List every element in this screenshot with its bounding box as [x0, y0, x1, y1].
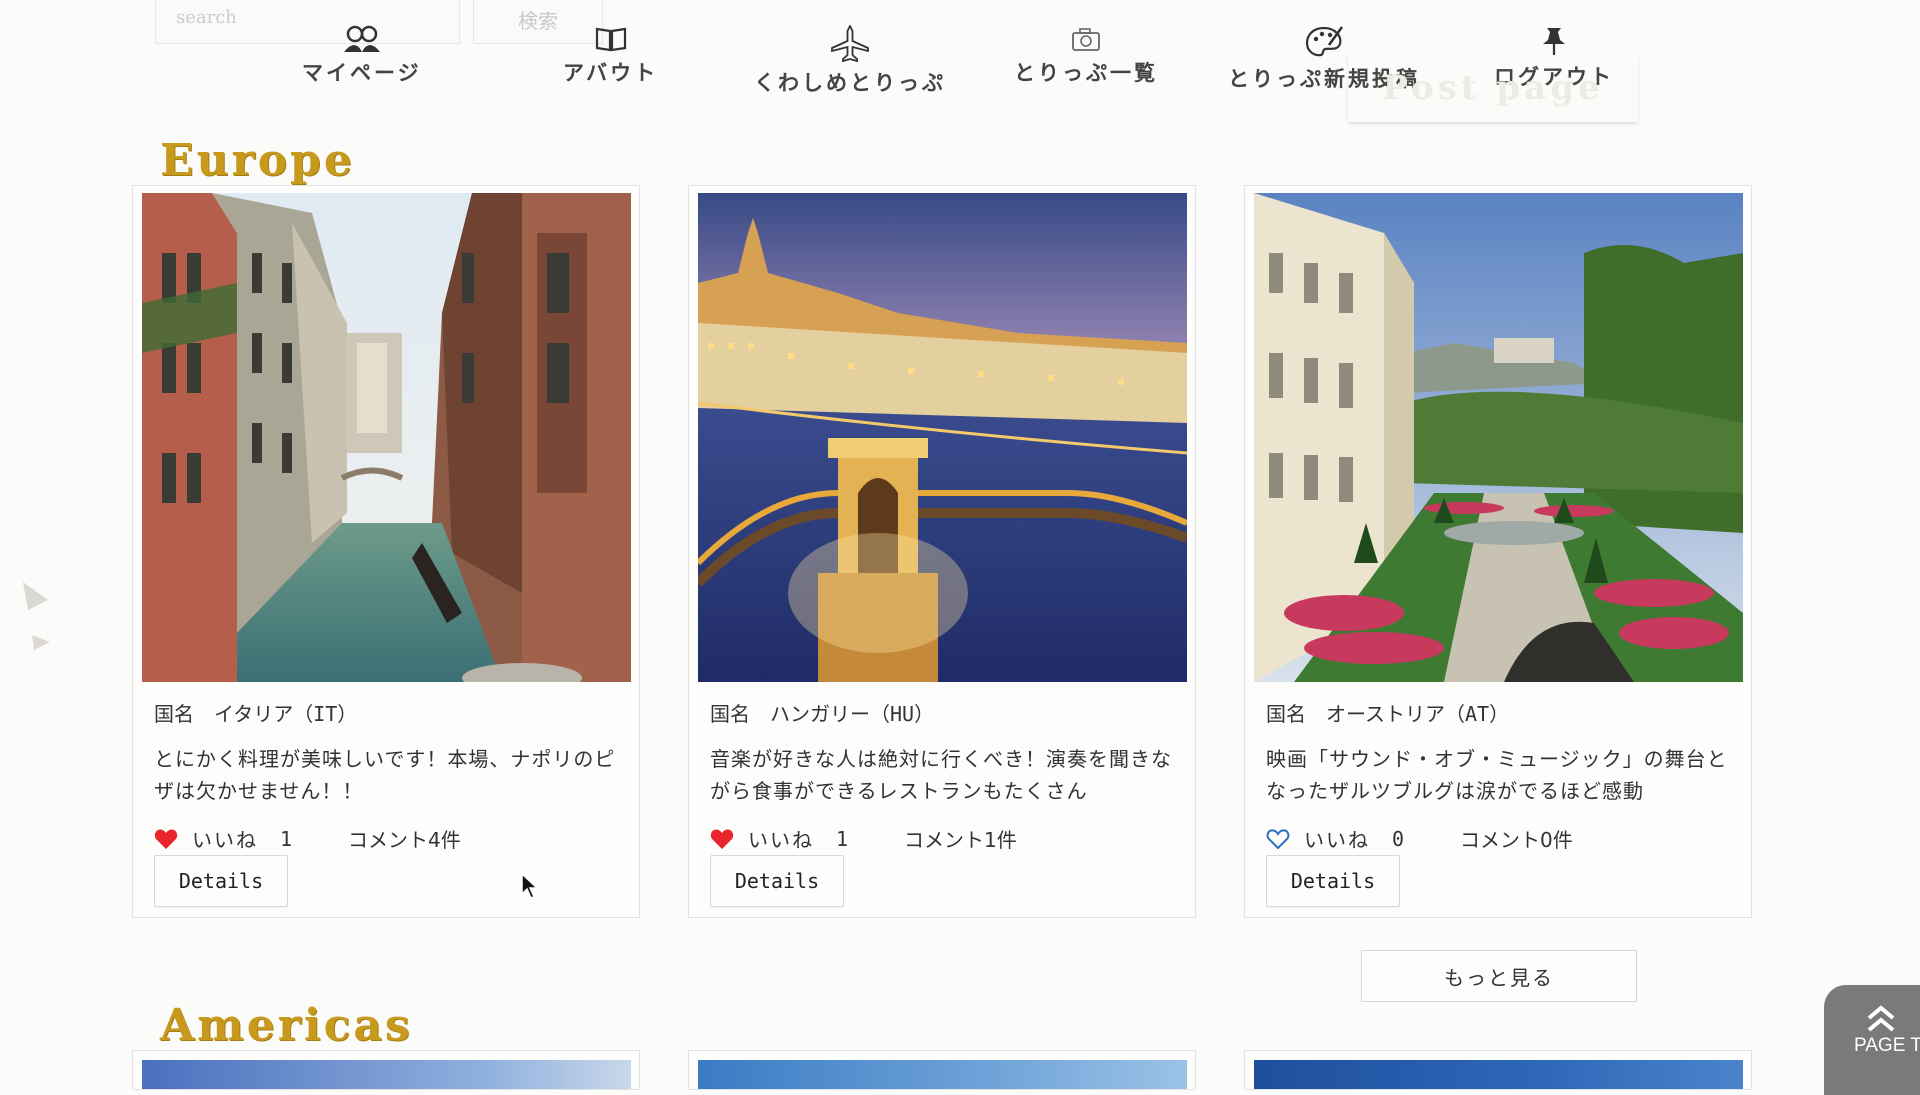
airplane-icon [831, 25, 869, 63]
trip-photo-budapest[interactable] [698, 193, 1187, 682]
heart-outline-icon[interactable] [1266, 828, 1290, 850]
trip-photo-salzburg[interactable] [1254, 193, 1743, 682]
trip-card: 国名 ハンガリー（HU） 音楽が好きな人は絶対に行くべき！演奏を聞きながら食事が… [688, 185, 1196, 918]
like-count: 1 [280, 826, 293, 851]
nav-trip-list-label: とりっぷ一覧 [1014, 61, 1158, 85]
nav-about[interactable]: アバウト [563, 25, 658, 87]
card-description: 音楽が好きな人は絶対に行くべき！演奏を聞きながら食事ができるレストランもたくさん [710, 747, 1172, 803]
like-label: いいね [1304, 828, 1370, 852]
trip-photo-venice[interactable] [142, 193, 631, 682]
decor-leaf-icon [23, 582, 50, 650]
post-page-ghost-button[interactable]: Post page [1348, 54, 1638, 122]
users-icon [343, 25, 380, 52]
nav-about-label: アバウト [563, 61, 659, 85]
trip-card: 国名 イタリア（IT） とにかく料理が美味しいです！本場、ナポリのピザは欠かせま… [132, 185, 640, 918]
trip-card-partial [1244, 1050, 1752, 1090]
details-button[interactable]: Details [1266, 855, 1400, 907]
trip-card-partial [688, 1050, 1196, 1090]
trip-photo-partial[interactable] [1254, 1060, 1743, 1089]
comment-count: コメント4件 [348, 828, 461, 852]
card-meta: いいね 0 コメント0件 [1266, 824, 1573, 853]
chevron-up-icon [1867, 1005, 1895, 1032]
details-button[interactable]: Details [710, 855, 844, 907]
nav-mypage-label: マイページ [302, 61, 422, 85]
heart-filled-icon[interactable] [710, 828, 734, 850]
card-description: とにかく料理が美味しいです！本場、ナポリのピザは欠かせません！！ [154, 747, 616, 803]
like-count: 0 [1392, 826, 1405, 851]
trip-photo-partial[interactable] [142, 1060, 631, 1089]
trip-card-partial [132, 1050, 640, 1090]
comment-count: コメント1件 [904, 828, 1017, 852]
like-count: 1 [836, 826, 849, 851]
section-title-europe: Europe [160, 135, 355, 186]
like-label: いいね [748, 828, 814, 852]
card-country: 国名 ハンガリー（HU） [710, 702, 935, 726]
page-top-button[interactable]: PAGE T [1824, 985, 1920, 1095]
card-meta: いいね 1 コメント1件 [710, 824, 1017, 853]
details-button[interactable]: Details [154, 855, 288, 907]
trip-photo-partial[interactable] [698, 1060, 1187, 1089]
section-title-americas: Americas [160, 1000, 413, 1051]
card-country: 国名 オーストリア（AT） [1266, 702, 1510, 726]
mouse-cursor-icon [521, 872, 539, 900]
pin-icon [1543, 28, 1565, 55]
nav-mypage[interactable]: マイページ [302, 25, 422, 87]
page-top-label: PAGE T [1854, 1035, 1920, 1056]
comment-count: コメント0件 [1460, 828, 1573, 852]
camera-icon [1072, 28, 1100, 51]
nav-kuwashime-trip-label: くわしめとりっぷ [754, 71, 946, 95]
nav-trip-list[interactable]: とりっぷ一覧 [1014, 25, 1158, 87]
heart-filled-icon[interactable] [154, 828, 178, 850]
trip-card: 国名 オーストリア（AT） 映画「サウンド・オブ・ミュージック」の舞台となったザ… [1244, 185, 1752, 918]
show-more-button[interactable]: もっと見る [1361, 950, 1637, 1002]
like-label: いいね [192, 828, 258, 852]
card-meta: いいね 1 コメント4件 [154, 824, 461, 853]
nav-kuwashime-trip[interactable]: くわしめとりっぷ [754, 25, 946, 97]
card-description: 映画「サウンド・オブ・ミュージック」の舞台となったザルツブルグは涙がでるほど感動 [1266, 747, 1728, 803]
card-country: 国名 イタリア（IT） [154, 702, 358, 726]
palette-icon [1305, 26, 1344, 57]
book-icon [595, 27, 626, 52]
